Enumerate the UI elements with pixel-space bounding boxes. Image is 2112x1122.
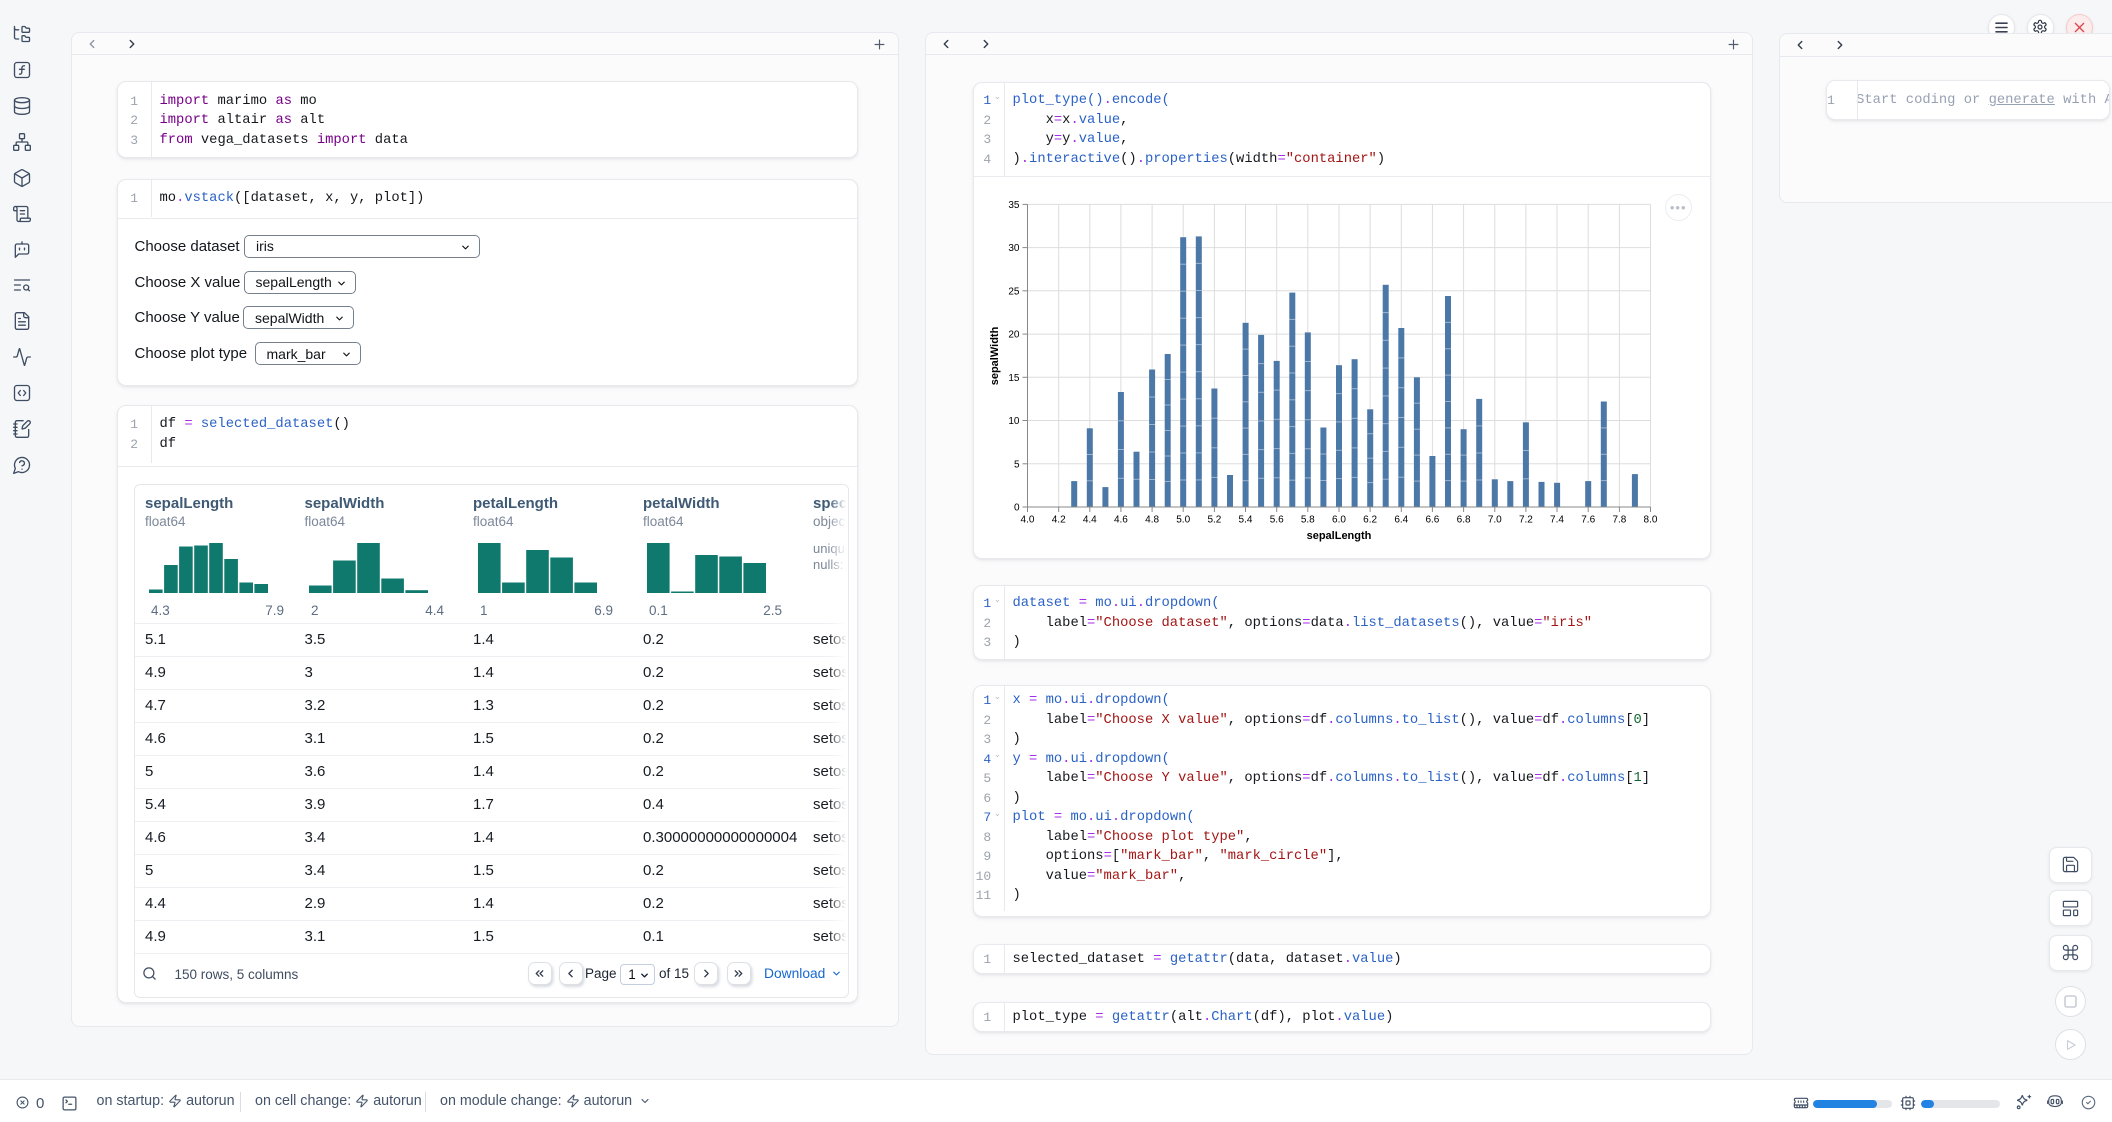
svg-text:sepalWidth: sepalWidth bbox=[989, 326, 1001, 385]
svg-text:7.4: 7.4 bbox=[1550, 515, 1564, 526]
svg-text:20: 20 bbox=[1008, 330, 1020, 341]
svg-text:6.0: 6.0 bbox=[1332, 515, 1346, 526]
svg-text:15: 15 bbox=[1008, 373, 1020, 384]
svg-text:4.8: 4.8 bbox=[1145, 515, 1159, 526]
svg-text:35: 35 bbox=[1008, 200, 1020, 211]
svg-text:4.2: 4.2 bbox=[1051, 515, 1065, 526]
svg-text:5.8: 5.8 bbox=[1301, 515, 1315, 526]
svg-text:4.6: 4.6 bbox=[1114, 515, 1128, 526]
svg-text:sepalLength: sepalLength bbox=[1306, 530, 1371, 542]
svg-text:8.0: 8.0 bbox=[1643, 515, 1657, 526]
svg-text:7.2: 7.2 bbox=[1519, 515, 1533, 526]
svg-text:4.0: 4.0 bbox=[1020, 515, 1034, 526]
svg-text:7.6: 7.6 bbox=[1581, 515, 1595, 526]
svg-text:5.2: 5.2 bbox=[1207, 515, 1221, 526]
svg-text:6.6: 6.6 bbox=[1425, 515, 1439, 526]
svg-text:5.6: 5.6 bbox=[1269, 515, 1283, 526]
svg-text:5.0: 5.0 bbox=[1176, 515, 1190, 526]
svg-text:5.4: 5.4 bbox=[1238, 515, 1252, 526]
svg-text:7.0: 7.0 bbox=[1488, 515, 1502, 526]
svg-text:10: 10 bbox=[1008, 416, 1020, 427]
svg-text:6.4: 6.4 bbox=[1394, 515, 1408, 526]
svg-text:7.8: 7.8 bbox=[1612, 515, 1626, 526]
svg-text:5: 5 bbox=[1014, 459, 1020, 470]
svg-text:25: 25 bbox=[1008, 286, 1020, 297]
svg-text:0: 0 bbox=[1014, 503, 1020, 514]
svg-text:4.4: 4.4 bbox=[1083, 515, 1097, 526]
svg-text:6.2: 6.2 bbox=[1363, 515, 1377, 526]
svg-text:30: 30 bbox=[1008, 243, 1020, 254]
svg-text:6.8: 6.8 bbox=[1456, 515, 1470, 526]
